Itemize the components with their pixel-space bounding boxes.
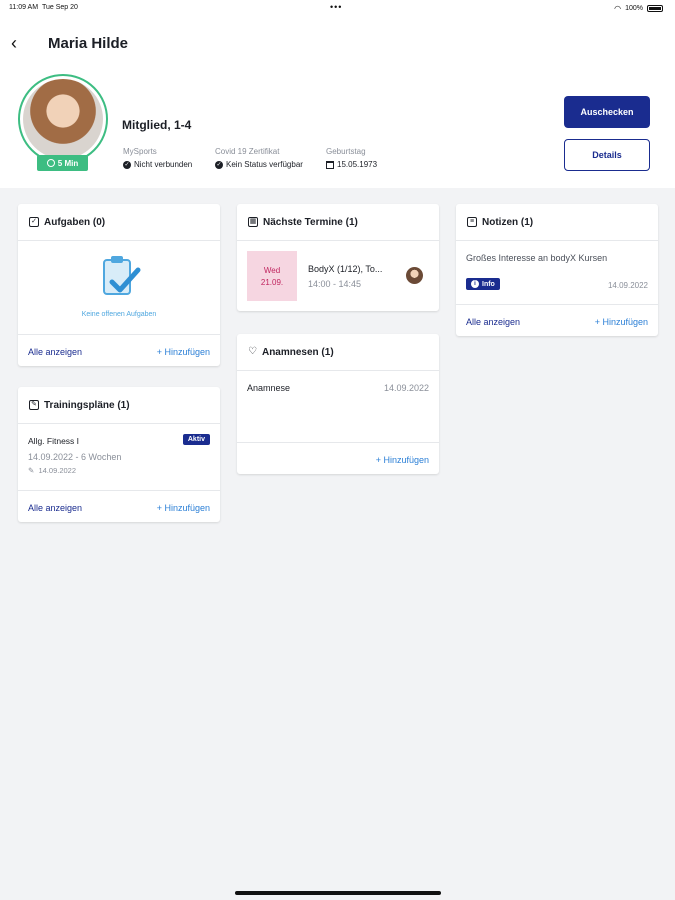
event-title: BodyX (1/12), To... [308, 264, 383, 274]
info-icon: i [471, 280, 479, 288]
plan-item[interactable]: Allg. Fitness I Aktiv 14.09.2022 - 6 Woc… [28, 434, 210, 480]
meta-label: Covid 19 Zertifikat [215, 147, 280, 156]
document-edit-icon: ✎ [29, 400, 39, 410]
meta-birthday: Geburtstag 15.05.1973 [326, 147, 377, 169]
meta-label: Geburtstag [326, 147, 366, 156]
date-block: Wed 21.09. [247, 251, 297, 301]
appointments-card: ▦ Nächste Termine (1) Wed 21.09. BodyX (… [237, 204, 439, 311]
checkbox-icon: ✓ [29, 217, 39, 227]
plan-dates: 14.09.2022 - 6 Wochen [28, 452, 122, 462]
empty-tasks-text: Keine offenen Aufgaben [81, 311, 157, 318]
card-header: ✓ Aufgaben (0) [18, 204, 220, 241]
meta-value: 15.05.1973 [326, 160, 377, 169]
card-header: ♡ Anamnesen (1) [237, 334, 439, 371]
status-time: 11:09 AM Tue Sep 20 [9, 4, 78, 11]
show-all-link[interactable]: Alle anzeigen [466, 317, 520, 327]
meta-label: MySports [123, 147, 157, 156]
battery-percent: 100% [625, 5, 643, 12]
status-badge: Aktiv [182, 434, 210, 445]
meta-covid: Covid 19 Zertifikat ✓ Kein Status verfügb… [215, 147, 303, 169]
home-indicator[interactable] [235, 891, 441, 895]
card-footer: Alle anzeigen + Hinzufügen [18, 490, 220, 522]
card-footer: Alle anzeigen + Hinzufügen [456, 304, 658, 336]
tasks-card: ✓ Aufgaben (0) Keine offenen Aufgaben Al… [18, 204, 220, 366]
card-header: ▦ Nächste Termine (1) [237, 204, 439, 241]
show-all-link[interactable]: Alle anzeigen [28, 503, 82, 513]
anamnesis-card: ♡ Anamnesen (1) Anamnese 14.09.2022 + Hi… [237, 334, 439, 474]
document-icon: ≡ [467, 217, 477, 227]
check-circle-icon: ✓ [215, 160, 223, 169]
empty-tasks-illustration [98, 254, 142, 302]
anamnesis-label: Anamnese [247, 383, 291, 393]
page-title: Maria Hilde [48, 35, 129, 52]
multitask-dots[interactable]: ••• [330, 2, 342, 12]
add-link[interactable]: + Hinzufügen [376, 455, 429, 465]
status-bar: 11:09 AM Tue Sep 20 ••• ◠ 100% [0, 0, 675, 16]
show-all-link[interactable]: Alle anzeigen [28, 347, 82, 357]
meta-value: ✓ Kein Status verfügbar [215, 160, 303, 169]
timer-icon [46, 159, 55, 167]
meta-value: ✓ Nicht verbunden [123, 160, 193, 169]
card-footer: + Hinzufügen [237, 442, 439, 474]
status-right: ◠ 100% [614, 4, 663, 13]
member-header: ‹ Maria Hilde 5 Min Mitglied, 1-4 MySpor… [0, 16, 675, 188]
note-date: 14.09.2022 [607, 281, 648, 290]
notes-card: ≡ Notizen (1) Großes Interesse an bodyX … [456, 204, 658, 336]
add-link[interactable]: + Hinzufügen [157, 503, 210, 513]
anamnesis-date: 14.09.2022 [383, 383, 429, 393]
add-link[interactable]: + Hinzufügen [157, 347, 210, 357]
note-item[interactable]: Großes Interesse an bodyX Kursen i Info … [466, 253, 648, 295]
note-text: Großes Interesse an bodyX Kursen [466, 253, 608, 263]
training-plans-card: ✎ Trainingspläne (1) Allg. Fitness I Akt… [18, 387, 220, 522]
checkout-button[interactable]: Auschecken [564, 96, 650, 128]
check-circle-icon: ✓ [123, 160, 131, 169]
avatar[interactable] [18, 74, 108, 164]
checkin-time-badge: 5 Min [37, 155, 88, 171]
appointment-item[interactable]: Wed 21.09. BodyX (1/12), To... 14:00 - 1… [247, 251, 429, 301]
plan-edited: ✎ 14.09.2022 [28, 466, 77, 475]
pencil-icon: ✎ [28, 466, 35, 475]
card-footer: Alle anzeigen + Hinzufügen [18, 334, 220, 366]
card-header: ≡ Notizen (1) [456, 204, 658, 241]
heart-icon: ♡ [248, 346, 257, 357]
membership-info: Mitglied, 1-4 [122, 118, 192, 132]
event-time: 14:00 - 14:45 [308, 279, 362, 289]
battery-icon [647, 5, 663, 12]
add-link[interactable]: + Hinzufügen [595, 317, 648, 327]
anamnesis-item[interactable]: Anamnese 14.09.2022 [247, 383, 429, 397]
card-header: ✎ Trainingspläne (1) [18, 387, 220, 424]
calendar-icon: ▦ [248, 217, 258, 227]
back-icon[interactable]: ‹ [11, 34, 29, 52]
details-button[interactable]: Details [564, 139, 650, 171]
meta-mysports: MySports ✓ Nicht verbunden [123, 147, 192, 169]
calendar-icon [326, 160, 334, 169]
trainer-avatar [406, 267, 423, 284]
avatar-photo [23, 79, 103, 159]
info-tag: i Info [466, 278, 500, 290]
wifi-icon: ◠ [614, 4, 622, 13]
